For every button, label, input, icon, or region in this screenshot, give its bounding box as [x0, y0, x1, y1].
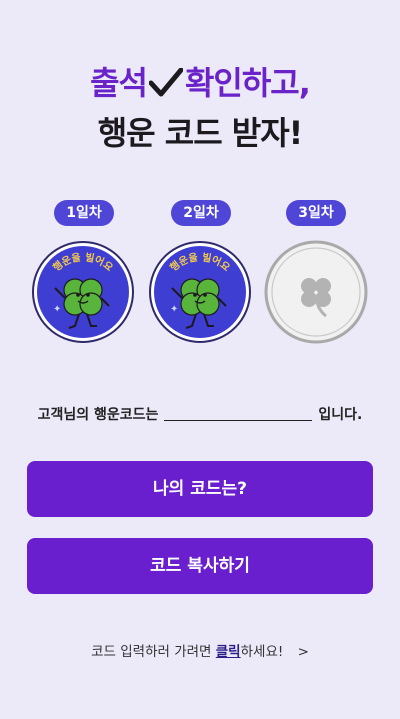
day-badge-3: 3일차 — [286, 200, 346, 226]
click-link[interactable]: 클릭 — [216, 644, 241, 660]
day-badge-1: 1일차 — [54, 200, 114, 226]
checkmark-icon — [148, 67, 184, 106]
day-stamp-1: 행운을 빌어요 ✦ — [32, 241, 134, 343]
copy-code-button[interactable]: 코드 복사하기 — [27, 538, 373, 594]
footer-prefix: 코드 입력하러 가려면 — [91, 644, 212, 660]
footer-suffix: 하세요! — [240, 644, 284, 660]
code-sentence-prefix: 고객님의 행운코드는 — [37, 407, 159, 423]
code-sentence: 고객님의 행운코드는 입니다. — [0, 404, 400, 424]
headline-attendance: 출석 — [90, 64, 148, 102]
my-code-button[interactable]: 나의 코드는? — [27, 461, 373, 517]
day-stamp-3 — [264, 240, 368, 344]
code-sentence-suffix: 입니다. — [318, 407, 363, 423]
svg-text:✦: ✦ — [170, 304, 178, 315]
svg-text:✦: ✦ — [53, 304, 61, 315]
headline-line2: 행운 코드 받자! — [97, 114, 304, 152]
headline-confirm: 확인하고, — [184, 64, 311, 102]
day-stamp-2: 행운을 빌어요 ✦ — [149, 241, 251, 343]
chevron-right-icon[interactable]: > — [298, 644, 309, 660]
headline-line1: 출석 확인하고, — [0, 58, 400, 106]
day-badge-2: 2일차 — [171, 200, 231, 226]
code-blank-field — [164, 406, 313, 421]
footer-prompt: 코드 입력하러 가려면 클릭하세요! > — [0, 640, 400, 660]
